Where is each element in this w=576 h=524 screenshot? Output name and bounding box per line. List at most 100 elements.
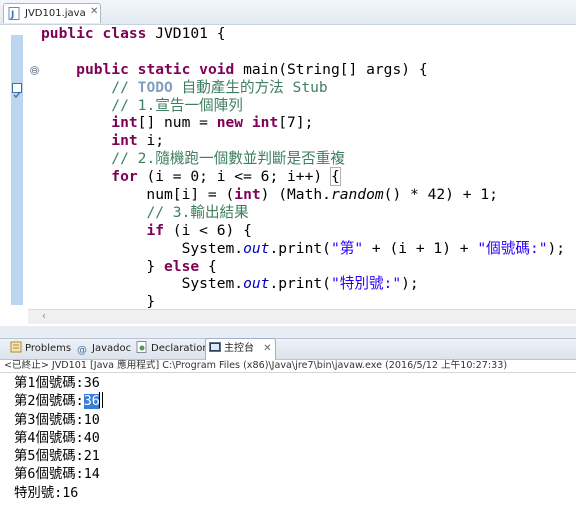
code-token: num[i] = ( (41, 186, 235, 204)
code-token: (i = 0; i <= 6; i++) (137, 168, 331, 186)
output-value: 14 (83, 467, 100, 483)
console-output-line: 第6個號碼:14 (14, 466, 100, 484)
code-token: int (111, 132, 138, 150)
code-token: TODO (137, 78, 173, 96)
editor-tab-jvd101[interactable]: J JVD101.java ✕ (3, 3, 101, 23)
editor-ruler (11, 35, 23, 305)
source-code[interactable]: public class JVD101 { public static void… (41, 25, 565, 311)
code-token: ); (401, 275, 419, 293)
code-line: num[i] = (int) (Math.random() * 42) + 1; (41, 186, 565, 204)
code-token: .print( (269, 275, 331, 293)
output-label: 第2個號碼: (14, 394, 84, 410)
code-token: + (i + 1) + (363, 239, 478, 257)
output-label: 特別號: (14, 485, 63, 501)
code-line: if (i < 6) { (41, 222, 565, 240)
scroll-left-icon[interactable]: ‹ (42, 311, 46, 322)
console-output-line: 特別號:16 (14, 485, 100, 503)
code-line: // 3.輸出結果 (41, 204, 565, 222)
tab-console[interactable]: 主控台 ✕ (205, 338, 276, 360)
code-token: () * 42) + 1; (383, 186, 498, 204)
code-token: for (111, 168, 138, 186)
editor-tab-label: JVD101.java (25, 8, 86, 19)
code-token: main(String[] args) { (243, 60, 428, 78)
code-token: } (41, 257, 165, 275)
code-token: ); (547, 239, 566, 257)
console-output-line: 第3個號碼:10 (14, 412, 100, 430)
problems-icon (10, 341, 22, 353)
close-icon[interactable]: ✕ (263, 343, 271, 354)
code-token: // (111, 78, 138, 96)
code-token: // 3.輸出結果 (146, 203, 249, 221)
tab-declaration[interactable]: Declaration (136, 339, 209, 359)
code-token: new int (216, 114, 279, 132)
output-label: 第4個號碼: (14, 430, 84, 446)
code-token: public class (41, 25, 156, 42)
code-token: "個號碼:" (477, 239, 548, 257)
output-label: 第3個號碼: (14, 412, 84, 428)
code-line: int i; (41, 132, 565, 150)
code-token: random (330, 186, 384, 204)
code-line: int[] num = new int[7]; (41, 114, 565, 132)
java-file-icon: J (8, 7, 20, 20)
svg-text:J: J (10, 10, 14, 20)
tab-label: Problems (25, 343, 72, 354)
close-icon[interactable]: ✕ (90, 6, 98, 17)
code-token: // 2.隨機跑一個數並判斷是否重複 (111, 150, 345, 168)
code-token: ) (Math. (260, 186, 331, 204)
output-label: 第5個號碼: (14, 449, 84, 465)
code-token: System. (41, 275, 244, 293)
tab-label: Declaration (151, 343, 209, 354)
code-line: public static void main(String[] args) { (41, 61, 565, 79)
output-value: 10 (83, 412, 100, 428)
code-token: int (234, 186, 261, 204)
output-value: 21 (83, 449, 100, 465)
collapse-icon[interactable]: ⊖ (30, 66, 39, 75)
horizontal-scrollbar[interactable]: ‹ (28, 309, 576, 324)
console-output[interactable]: 第1個號碼:36 第2個號碼:36 第3個號碼:10 第4個號碼:40 第5個號碼:21… (14, 375, 100, 503)
console-output-line: 第2個號碼:36 (14, 393, 100, 411)
editor-tab-bar: J JVD101.java ✕ (0, 0, 576, 25)
output-label: 第1個號碼: (14, 376, 84, 391)
console-output-line: 第1個號碼:36 (14, 375, 100, 393)
code-token: out (243, 239, 270, 257)
tab-label: Javadoc (92, 343, 132, 354)
code-token: i; (137, 132, 165, 150)
tab-problems[interactable]: Problems (10, 339, 71, 359)
code-line: // 1.宣告一個陣列 (41, 97, 565, 115)
code-token: public static void (76, 60, 244, 78)
code-token: 自動產生的方法 Stub (172, 78, 328, 96)
code-token: [7]; (278, 114, 314, 132)
declaration-icon (136, 341, 147, 353)
code-token: out (243, 275, 270, 293)
code-token: "特別號:" (330, 275, 402, 293)
view-divider[interactable] (0, 326, 576, 338)
console-output-line: 第5個號碼:21 (14, 448, 100, 466)
code-token: if (146, 221, 165, 239)
code-token: { (199, 257, 217, 275)
output-value: 16 (62, 485, 79, 501)
javadoc-icon: @ (77, 345, 87, 356)
code-token: [] num = (137, 114, 217, 132)
code-token: int (111, 114, 138, 132)
code-token: .print( (269, 239, 331, 257)
task-marker-icon[interactable] (12, 83, 22, 99)
code-token: } (41, 293, 156, 311)
code-token: (i < 6) { (164, 221, 252, 239)
output-label: 第6個號碼: (14, 467, 84, 483)
tab-javadoc[interactable]: @ Javadoc (77, 339, 131, 359)
code-line: // TODO 自動產生的方法 Stub (41, 79, 565, 97)
output-value: 36 (83, 394, 100, 410)
code-line: for (i = 0; i <= 6; i++) { (41, 167, 565, 187)
console-status-line: <已終止> JVD101 [Java 應用程式] C:\Program File… (0, 359, 576, 373)
code-token: "第" (330, 239, 364, 257)
tab-label: 主控台 (224, 343, 254, 354)
code-token: else (164, 257, 200, 275)
